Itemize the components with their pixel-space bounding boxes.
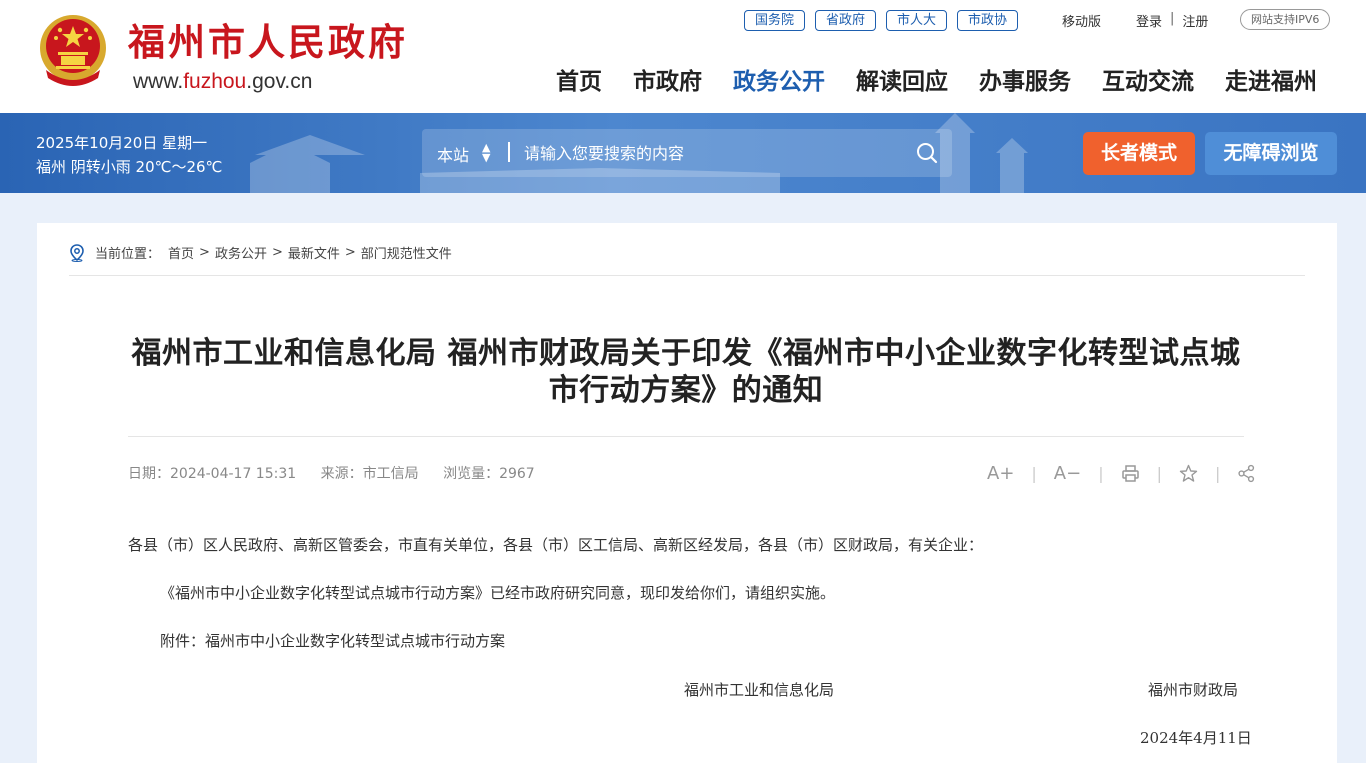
breadcrumb-separator: > [344,245,356,260]
share-icon[interactable] [1237,464,1256,483]
article-card: 当前位置： 首页 > 政务公开 > 最新文件 > 部门规范性文件 福州市工业和信… [37,223,1337,763]
weather-text: 福州 阴转小雨 20℃～26℃ [36,158,223,176]
login-separator: | [1170,10,1175,26]
breadcrumb-gov-affairs[interactable]: 政务公开 [215,243,267,262]
article-meta: 日期：2024-04-17 15:31 来源：市工信局 浏览量：2967 [128,463,555,483]
nav-services[interactable]: 办事服务 [979,64,1071,100]
search-divider [508,142,510,162]
link-city-cppcc[interactable]: 市政协 [957,9,1019,31]
nav-interpretation[interactable]: 解读回应 [856,64,948,100]
salutation-paragraph: 各县（市）区人民政府、高新区管委会，市直有关单位，各县（市）区工信局、高新区经发… [128,536,984,554]
breadcrumb-separator: > [199,245,210,260]
tool-separator: | [1156,464,1162,483]
search-icon[interactable] [916,142,938,164]
nav-city-gov[interactable]: 市政府 [633,64,702,100]
link-state-council[interactable]: 国务院 [744,9,806,31]
view-count: 浏览量：2967 [443,466,535,482]
signer-finance-bureau: 福州市财政局 [1148,681,1239,699]
publish-date: 日期：2024-04-17 15:31 [128,466,297,482]
article-tools: A+ | A− | | | [987,463,1256,484]
account-links: 登录 | 注册 [1136,11,1208,30]
mobile-version-link[interactable]: 移动版 [1062,11,1101,30]
divider [128,436,1244,437]
site-url-accent: fuzhou [183,70,247,93]
breadcrumb-home[interactable]: 首页 [168,243,194,262]
tool-separator: | [1098,464,1104,483]
national-emblem-icon [40,15,106,86]
nav-about-fuzhou[interactable]: 走进福州 [1225,64,1317,100]
search-scope-select[interactable]: 本站 [437,142,469,166]
article-source: 来源：市工信局 [320,466,419,482]
site-url-prefix: www. [133,70,184,93]
breadcrumb: 当前位置： 首页 > 政务公开 > 最新文件 > 部门规范性文件 [69,243,452,262]
breadcrumb-prefix: 当前位置： [95,247,161,262]
font-decrease-button[interactable]: A− [1054,463,1081,484]
accessible-browse-button[interactable]: 无障碍浏览 [1205,132,1337,175]
elder-mode-button[interactable]: 长者模式 [1083,132,1195,175]
site-url-suffix: .gov.cn [246,70,313,93]
date-text: 2025年10月20日 星期一 [36,134,208,152]
search-input[interactable] [524,139,904,167]
search-box: 本站 ▲ ▼ [422,129,952,177]
main-nav: 首页 市政府 政务公开 解读回应 办事服务 互动交流 走进福州 [556,64,1317,100]
location-pin-icon [70,243,84,262]
print-icon[interactable] [1121,464,1140,483]
body-paragraph: 《福州市中小企业数字化转型试点城市行动方案》已经市政府研究同意，现印发给你们，请… [160,584,836,602]
nav-gov-affairs[interactable]: 政务公开 [733,64,825,100]
tool-separator: | [1214,464,1221,483]
divider [69,275,1305,276]
link-provincial-gov[interactable]: 省政府 [815,9,877,31]
updown-arrow-icon[interactable]: ▲ ▼ [482,142,490,163]
star-icon[interactable] [1179,464,1198,483]
attachment-link[interactable]: 附件：福州市中小企业数字化转型试点城市行动方案 [128,630,1244,651]
top-links: 国务院 省政府 市人大 市政协 移动版 登录 | 注册 [744,9,1208,31]
ipv6-badge: 网站支持IPV6 [1240,9,1331,30]
breadcrumb-dept-docs[interactable]: 部门规范性文件 [361,243,452,262]
site-name[interactable]: 福州市人民政府 [128,20,408,64]
banner-bar: 2025年10月20日 星期一 福州 阴转小雨 20℃～26℃ 本站 ▲▼ 长者… [0,113,1366,193]
signer-industry-bureau: 福州市工业和信息化局 [684,681,835,699]
nav-interaction[interactable]: 互动交流 [1102,64,1194,100]
signature-date: 2024年4月11日 [1140,729,1252,747]
font-increase-button[interactable]: A+ [987,463,1014,484]
register-link[interactable]: 注册 [1182,11,1208,30]
article-title: 福州市工业和信息化局 福州市财政局关于印发《福州市中小企业数字化转型试点城市行动… [131,336,1241,408]
nav-home[interactable]: 首页 [556,64,602,100]
site-header: 福州市人民政府 www.fuzhou.gov.cn 国务院 省政府 市人大 市政… [0,0,1366,113]
breadcrumb-separator: > [271,245,283,260]
login-link[interactable]: 登录 [1136,11,1162,30]
tool-separator: | [1031,464,1037,483]
link-city-congress[interactable]: 市人大 [886,9,948,31]
site-url: www.fuzhou.gov.cn [133,70,312,94]
breadcrumb-latest-files[interactable]: 最新文件 [288,243,340,262]
